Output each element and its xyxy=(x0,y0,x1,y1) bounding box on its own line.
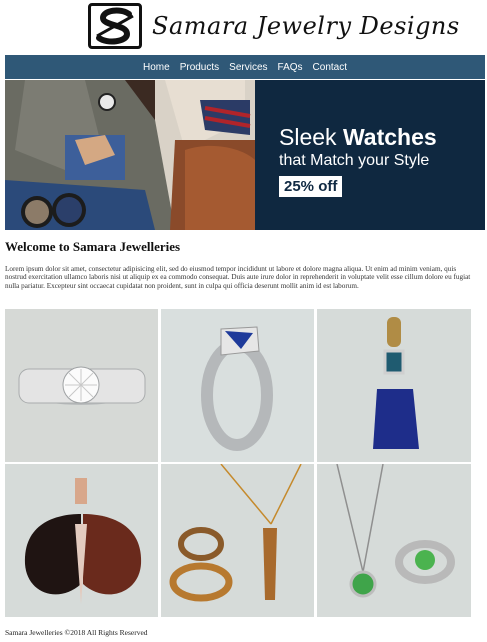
logo-mark xyxy=(88,3,142,49)
diamond-ring-image xyxy=(5,309,158,462)
lapis-pendant-image xyxy=(317,309,471,462)
nav-products[interactable]: Products xyxy=(180,62,219,73)
product-lapis-pendant[interactable] xyxy=(317,309,471,462)
gold-jewelry-set-image xyxy=(161,464,314,617)
product-gallery xyxy=(5,309,471,617)
brand-name: Samara Jewelry Designs xyxy=(152,12,460,40)
s-logo-icon xyxy=(96,7,134,45)
page-title: Welcome to Samara Jewelleries xyxy=(5,239,181,254)
product-emerald-necklace-ring[interactable] xyxy=(317,464,471,617)
nav-home[interactable]: Home xyxy=(143,62,170,73)
butterfly-pendant-image xyxy=(5,464,158,617)
discount-badge: 25% off xyxy=(279,176,343,197)
sapphire-ring-image xyxy=(161,309,314,462)
banner-headline: Sleek Watches xyxy=(279,124,437,150)
emerald-necklace-ring-image xyxy=(317,464,471,617)
main-nav: Home Products Services FAQs Contact xyxy=(5,55,485,79)
nav-contact[interactable]: Contact xyxy=(313,62,347,73)
intro-paragraph: Lorem ipsum dolor sit amet, consectetur … xyxy=(5,265,471,290)
product-gold-jewelry-set[interactable] xyxy=(161,464,314,617)
nav-faqs[interactable]: FAQs xyxy=(278,62,303,73)
promo-banner[interactable]: Sleek Watches that Match your Style 25% … xyxy=(5,80,485,230)
product-butterfly-pendant[interactable] xyxy=(5,464,158,617)
product-diamond-ring[interactable] xyxy=(5,309,158,462)
product-sapphire-ring[interactable] xyxy=(161,309,314,462)
banner-photo-man-with-watch xyxy=(5,80,255,230)
nav-services[interactable]: Services xyxy=(229,62,267,73)
brand-logo[interactable]: Samara Jewelry Designs xyxy=(88,2,459,50)
banner-subtitle: that Match your Style xyxy=(279,152,430,169)
footer-copyright: Samara Jewelleries ©2018 All Rights Rese… xyxy=(5,628,148,637)
banner-copy: Sleek Watches that Match your Style 25% … xyxy=(279,124,437,197)
